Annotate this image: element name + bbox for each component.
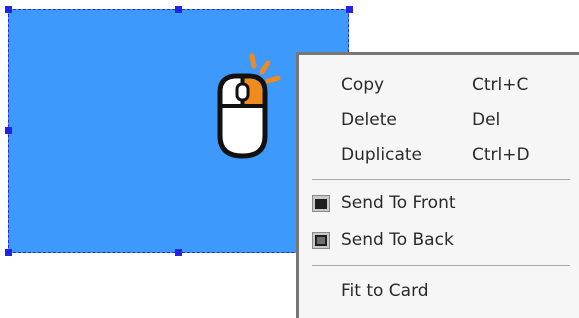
menu-item-shortcut: Ctrl+C bbox=[472, 75, 529, 95]
menu-item-copy[interactable]: Copy Ctrl+C bbox=[299, 68, 579, 102]
menu-item-send-to-front[interactable]: Send To Front bbox=[299, 186, 579, 220]
context-menu: Copy Ctrl+C Delete Del Duplicate Ctrl+D … bbox=[296, 52, 579, 318]
menu-item-label: Duplicate bbox=[341, 145, 422, 165]
menu-item-shortcut: Ctrl+D bbox=[472, 145, 530, 165]
send-to-back-icon bbox=[312, 232, 330, 249]
menu-item-shortcut: Del bbox=[472, 110, 501, 130]
menu-item-label: Send To Front bbox=[341, 193, 456, 213]
menu-item-duplicate[interactable]: Duplicate Ctrl+D bbox=[299, 138, 579, 172]
menu-item-label: Delete bbox=[341, 110, 397, 130]
resize-handle-bottom-middle[interactable] bbox=[175, 249, 182, 256]
menu-item-label: Send To Back bbox=[341, 230, 454, 250]
menu-separator bbox=[312, 179, 570, 180]
resize-handle-top-right[interactable] bbox=[346, 6, 353, 13]
resize-handle-bottom-left[interactable] bbox=[5, 249, 12, 256]
menu-item-send-to-back[interactable]: Send To Back bbox=[299, 223, 579, 257]
resize-handle-middle-left[interactable] bbox=[5, 127, 12, 134]
menu-item-delete[interactable]: Delete Del bbox=[299, 103, 579, 137]
menu-item-fit-to-card[interactable]: Fit to Card bbox=[299, 274, 579, 308]
design-canvas[interactable]: Copy Ctrl+C Delete Del Duplicate Ctrl+D … bbox=[0, 0, 579, 318]
resize-handle-top-left[interactable] bbox=[5, 6, 12, 13]
menu-separator bbox=[312, 265, 570, 266]
menu-item-label: Copy bbox=[341, 75, 385, 95]
mouse-click-icon bbox=[217, 53, 281, 159]
menu-item-label: Fit to Card bbox=[341, 281, 429, 301]
resize-handle-top-middle[interactable] bbox=[175, 6, 182, 13]
send-to-front-icon bbox=[312, 195, 330, 212]
